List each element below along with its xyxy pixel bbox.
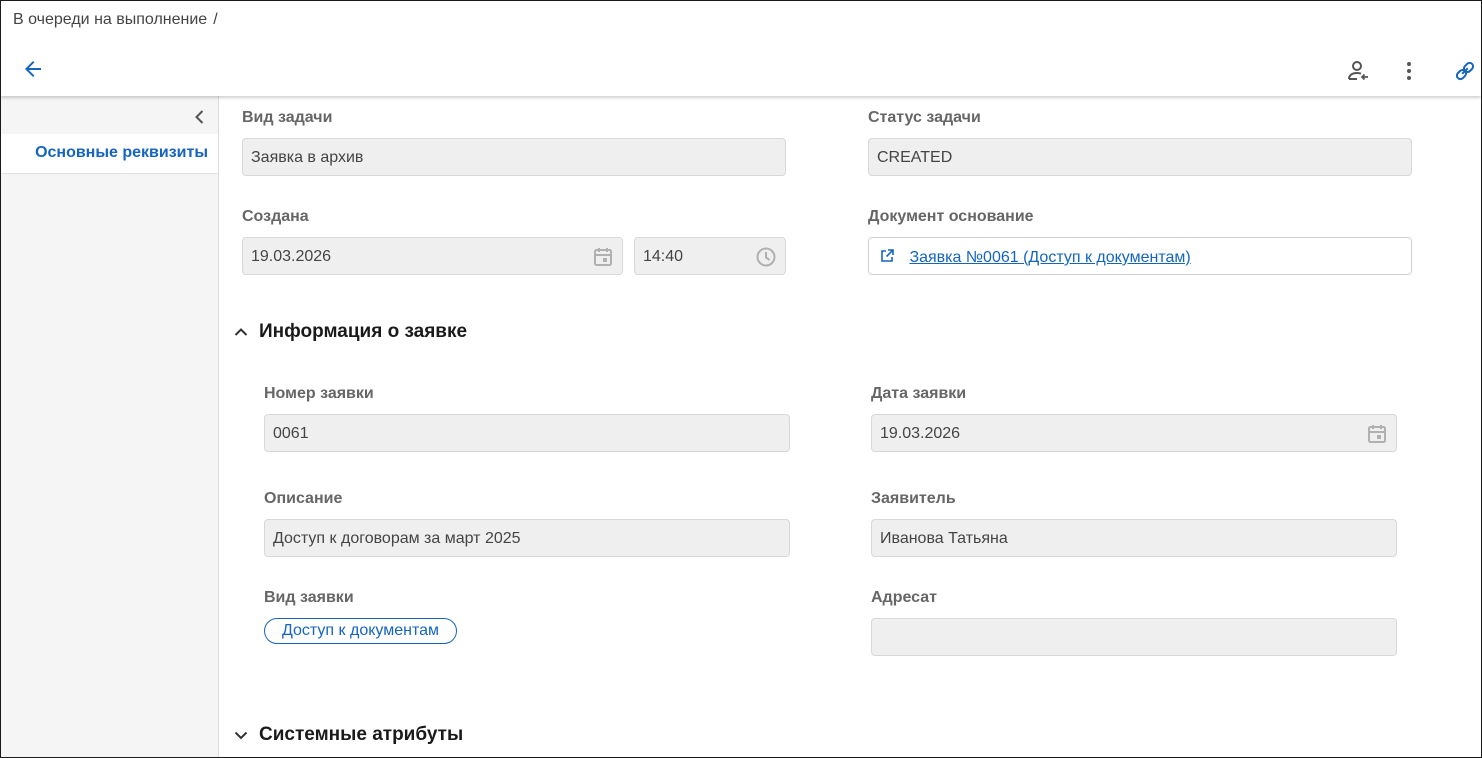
task-type-field[interactable]: Заявка в архив (242, 138, 786, 176)
addressee-field[interactable] (871, 618, 1397, 656)
external-link-icon[interactable] (879, 248, 895, 264)
task-type-value: Заявка в архив (251, 149, 364, 166)
copy-link-button[interactable] (1449, 55, 1481, 87)
applicant-label: Заявитель (871, 490, 956, 507)
description-field[interactable]: Доступ к договорам за март 2025 (264, 519, 790, 557)
app-window: В очереди на выполнение / Основные рекви… (0, 0, 1482, 758)
request-number-label: Номер заявки (264, 385, 374, 402)
sidebar: Основные реквизиты (1, 96, 219, 757)
breadcrumb: В очереди на выполнение / (13, 11, 218, 29)
created-date-value: 19.03.2026 (251, 248, 332, 265)
sidebar-item-label: Основные реквизиты (35, 144, 208, 161)
link-icon (1455, 61, 1475, 81)
assign-user-button[interactable] (1343, 55, 1375, 87)
request-info-section-toggle[interactable]: Информация о заявке (233, 321, 467, 343)
task-status-field[interactable]: CREATED (868, 138, 1412, 176)
assign-user-icon (1348, 61, 1368, 81)
description-value: Доступ к договорам за март 2025 (273, 530, 521, 547)
created-time-value: 14:40 (643, 248, 684, 265)
system-attributes-section-title: Системные атрибуты (259, 724, 464, 745)
breadcrumb-item[interactable]: В очереди на выполнение (13, 11, 207, 28)
created-label: Создана (242, 208, 309, 225)
task-type-label: Вид задачи (242, 109, 333, 126)
request-number-value: 0061 (273, 425, 309, 442)
request-kind-chip[interactable]: Доступ к документам (264, 618, 457, 644)
created-date-field[interactable]: 19.03.2026 (242, 237, 623, 275)
collapse-sidebar-button[interactable] (187, 104, 213, 130)
basis-document-field: Заявка №0061 (Доступ к документам) (868, 237, 1412, 275)
applicant-value: Иванова Татьяна (880, 530, 1008, 547)
basis-document-link[interactable]: Заявка №0061 (Доступ к документам) (909, 249, 1190, 266)
clock-icon[interactable] (755, 246, 777, 268)
calendar-icon[interactable] (1366, 423, 1388, 445)
task-status-label: Статус задачи (868, 109, 981, 126)
back-button[interactable] (17, 53, 49, 85)
system-attributes-section-toggle[interactable]: Системные атрибуты (233, 724, 463, 746)
addressee-label: Адресат (871, 589, 937, 606)
request-date-value: 19.03.2026 (880, 425, 961, 442)
request-date-label: Дата заявки (871, 385, 967, 402)
breadcrumb-separator: / (213, 11, 218, 28)
chevron-up-icon (234, 328, 248, 336)
request-info-section-title: Информация о заявке (259, 321, 468, 342)
task-status-value: CREATED (877, 149, 953, 166)
main-content: Вид задачи Заявка в архив Статус задачи … (219, 96, 1481, 757)
applicant-field[interactable]: Иванова Татьяна (871, 519, 1397, 557)
created-time-field[interactable]: 14:40 (634, 237, 786, 275)
more-options-button[interactable] (1393, 55, 1425, 87)
request-date-field[interactable]: 19.03.2026 (871, 414, 1397, 452)
calendar-icon[interactable] (592, 246, 614, 268)
request-kind-label: Вид заявки (264, 589, 354, 606)
chevron-left-icon (195, 110, 204, 124)
back-arrow-icon (25, 61, 41, 77)
sidebar-item-main-requisites[interactable]: Основные реквизиты (1, 134, 218, 174)
description-label: Описание (264, 490, 343, 507)
page-header: В очереди на выполнение / (1, 1, 1481, 96)
more-vert-icon (1407, 62, 1411, 80)
chevron-down-icon (234, 731, 248, 740)
request-number-field[interactable]: 0061 (264, 414, 790, 452)
basis-document-label: Документ основание (868, 208, 1034, 225)
